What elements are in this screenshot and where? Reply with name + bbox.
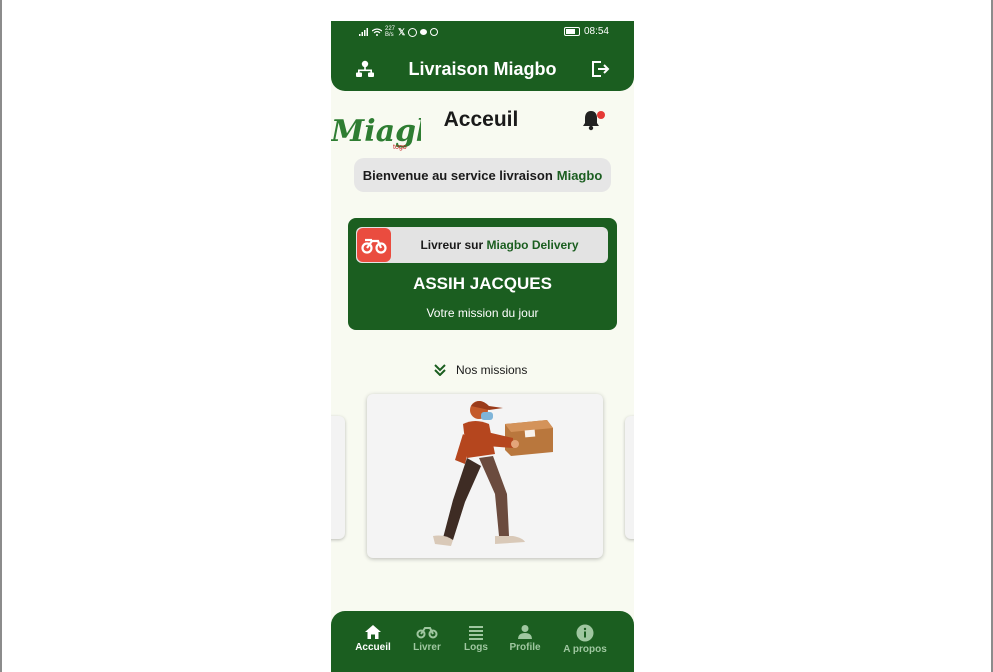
driver-chip-brand: Miagbo Delivery [486, 238, 579, 252]
welcome-brand: Miagbo [556, 167, 603, 183]
notification-badge [597, 111, 605, 119]
status-time: 08:54 [583, 26, 609, 37]
welcome-text: Bienvenue au service livraison [362, 167, 553, 183]
window-border-left [0, 0, 2, 672]
nav-label-a-propos: A propos [563, 644, 607, 655]
nav-label-logs: Logs [464, 642, 488, 653]
page-title: Acceuil [443, 108, 519, 131]
phone-screen: 227 B/s 𝕏 08:54 Livraison Miagbo Miag to… [331, 21, 634, 672]
bottom-navigation: Accueil Livrer Logs Profile A propos [331, 611, 634, 672]
missions-header[interactable]: Nos missions [434, 363, 527, 377]
status-bar: 227 B/s 𝕏 08:54 [331, 21, 634, 45]
person-icon [518, 625, 532, 639]
list-icon [469, 626, 483, 640]
nav-label-livrer: Livrer [413, 642, 441, 653]
nav-item-accueil[interactable]: Accueil [348, 624, 398, 653]
nav-label-accueil: Accueil [355, 642, 391, 653]
nav-label-profile: Profile [509, 642, 541, 653]
driver-chip: Livreur sur Miagbo Delivery [356, 227, 608, 263]
delivery-person-illustration [433, 401, 553, 546]
driver-mission-subtitle: Votre mission du jour [426, 306, 539, 320]
x-app-icon: 𝕏 [398, 26, 406, 37]
home-icon [365, 625, 381, 639]
whatsapp-icon [408, 27, 418, 37]
nav-item-logs[interactable]: Logs [451, 624, 501, 653]
wifi-icon [372, 28, 382, 36]
nav-item-livrer[interactable]: Livrer [402, 624, 452, 653]
logout-icon [592, 61, 610, 77]
nav-item-a-propos[interactable]: A propos [560, 624, 610, 655]
info-icon [576, 624, 594, 642]
status-icons-right: 08:54 [563, 26, 609, 37]
welcome-banner: Bienvenue au service livraison Miagbo [354, 158, 611, 192]
battery-icon [563, 27, 580, 36]
svg-text:Miagbo: Miagbo [331, 114, 421, 149]
driver-chip-text: Livreur sur Miagbo Delivery [391, 238, 608, 252]
miagbo-logo: Miagbo togo [331, 113, 457, 153]
status-icons-left: 227 B/s 𝕏 [359, 26, 439, 38]
carousel-card-current[interactable] [367, 394, 603, 558]
carousel-card-previous[interactable] [331, 416, 345, 539]
double-chevron-down-icon [434, 364, 446, 376]
signal-icon [359, 28, 368, 36]
logout-button[interactable] [588, 57, 612, 81]
network-speed: 227 B/s [385, 26, 396, 38]
nav-item-profile[interactable]: Profile [500, 624, 550, 653]
driver-name: ASSIH JACQUES [413, 274, 552, 293]
svg-text:togo: togo [393, 144, 407, 151]
chat-icon [420, 29, 428, 35]
driver-chip-prefix: Livreur sur [420, 238, 484, 252]
app-notification-icon [430, 28, 439, 36]
driver-card: Livreur sur Miagbo Delivery ASSIH JACQUE… [348, 218, 617, 330]
scooter-icon [357, 228, 391, 262]
app-bar: 227 B/s 𝕏 08:54 Livraison Miagbo [331, 21, 634, 91]
scooter-icon [416, 627, 438, 639]
missions-label: Nos missions [456, 363, 528, 377]
carousel-card-next[interactable] [625, 416, 634, 539]
